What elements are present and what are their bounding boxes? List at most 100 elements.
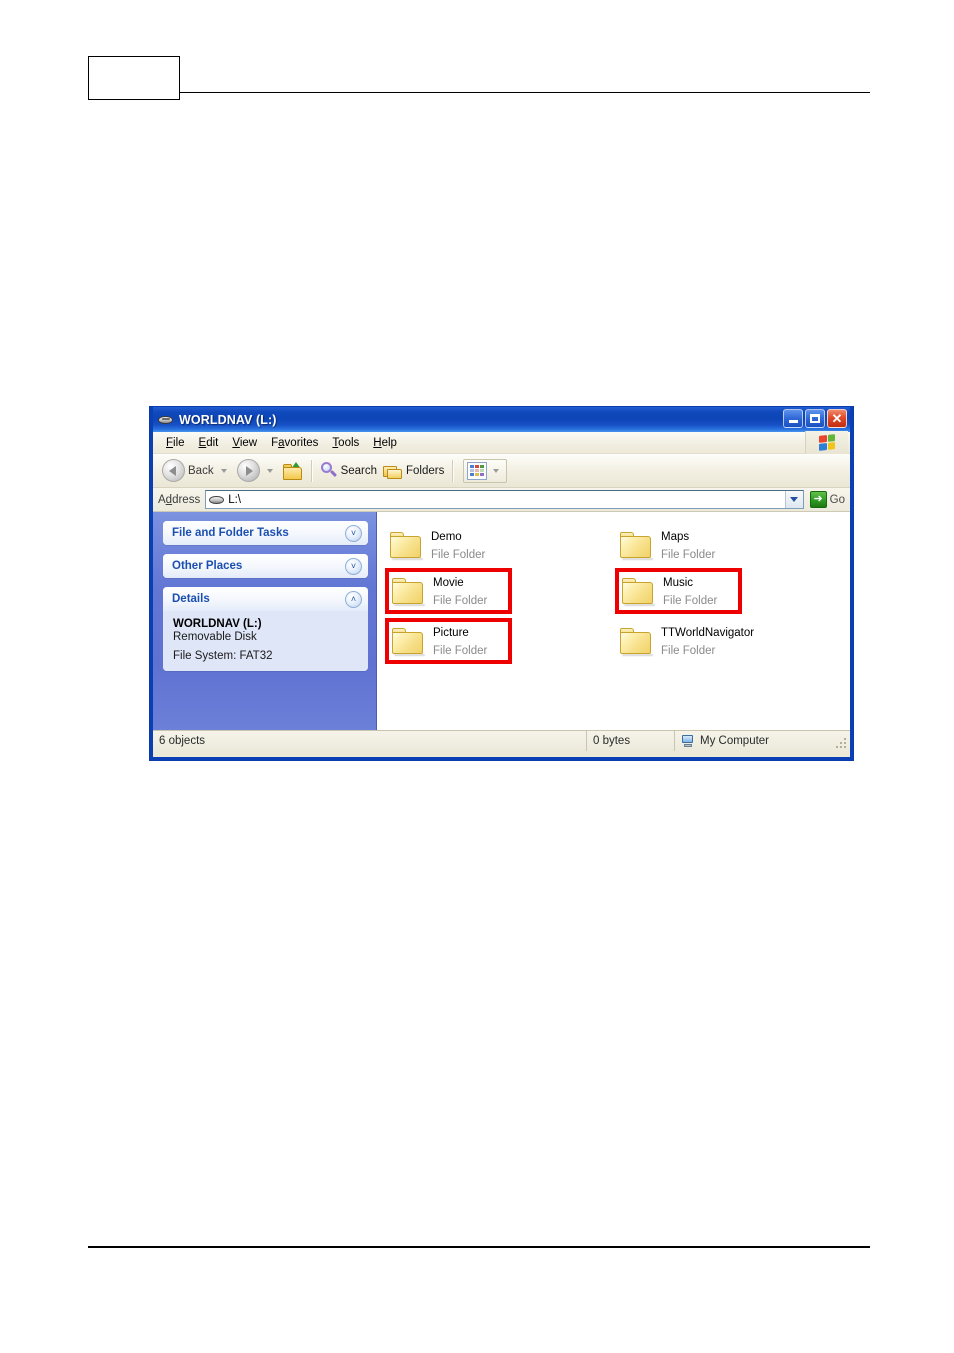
file-type: File Folder bbox=[663, 595, 718, 607]
chevron-up-icon[interactable]: ˄ bbox=[345, 590, 362, 608]
folders-button-label: Folders bbox=[406, 464, 445, 477]
window-title: WORLDNAV (L:) bbox=[179, 412, 277, 427]
resize-grip[interactable] bbox=[836, 738, 848, 750]
status-location-label: My Computer bbox=[700, 735, 770, 747]
list-item-music[interactable]: Music File Folder bbox=[615, 568, 742, 614]
panel-other-places[interactable]: Other Places ˅ bbox=[163, 554, 368, 578]
details-volume-name: WORLDNAV (L:) bbox=[173, 618, 262, 630]
forward-dropdown-icon[interactable] bbox=[266, 468, 273, 473]
panel-header[interactable]: Other Places ˅ bbox=[163, 554, 368, 578]
menu-item-tools[interactable]: Tools bbox=[325, 436, 366, 450]
chevron-down-icon[interactable]: ˅ bbox=[345, 524, 362, 542]
menu-item-view[interactable]: View bbox=[225, 436, 264, 450]
windows-flag-icon bbox=[805, 431, 848, 454]
search-icon bbox=[320, 462, 338, 479]
window-controls: ✕ bbox=[783, 409, 847, 428]
title-bar[interactable]: WORLDNAV (L:) ✕ bbox=[153, 407, 850, 432]
menu-item-file[interactable]: File bbox=[159, 436, 192, 450]
file-type: File Folder bbox=[661, 549, 716, 561]
go-button-label: Go bbox=[829, 493, 845, 506]
panel-file-and-folder-tasks[interactable]: File and Folder Tasks ˅ bbox=[163, 521, 368, 545]
task-pane-sidebar: File and Folder Tasks ˅ Other Places ˅ D… bbox=[153, 512, 377, 730]
file-type: File Folder bbox=[431, 549, 486, 561]
windows-explorer-window: WORLDNAV (L:) ✕ File Edit View Favorites… bbox=[150, 407, 853, 760]
file-list-column-right: Maps File Folder Music File Folder TTWor… bbox=[615, 522, 845, 664]
folder-icon bbox=[621, 576, 656, 606]
explorer-body: File and Folder Tasks ˅ Other Places ˅ D… bbox=[153, 512, 850, 730]
page-header-box bbox=[88, 56, 180, 100]
address-bar: Address L:\ ➜ Go bbox=[153, 488, 850, 512]
status-bar: 6 objects 0 bytes My Computer bbox=[153, 730, 850, 751]
file-list-column-left: Demo File Folder Movie File Folder Pictu… bbox=[385, 522, 605, 664]
views-dropdown-icon[interactable] bbox=[493, 468, 500, 473]
go-arrow-icon: ➜ bbox=[809, 491, 827, 508]
panel-details[interactable]: Details ˄ WORLDNAV (L:) Removable Disk F… bbox=[163, 587, 368, 671]
panel-title-details: Details bbox=[172, 593, 210, 605]
details-panel-body: WORLDNAV (L:) Removable Disk File System… bbox=[163, 611, 368, 671]
panel-title-file-and-folder-tasks: File and Folder Tasks bbox=[172, 527, 289, 539]
file-type: File Folder bbox=[433, 645, 488, 657]
menu-item-help[interactable]: Help bbox=[366, 436, 404, 450]
address-value: L:\ bbox=[228, 493, 241, 506]
go-button[interactable]: ➜ Go bbox=[809, 491, 845, 508]
page-footer-rule bbox=[88, 1246, 870, 1248]
details-volume-kind: Removable Disk bbox=[173, 631, 257, 643]
menu-item-edit[interactable]: Edit bbox=[192, 436, 226, 450]
search-button-label: Search bbox=[340, 464, 378, 477]
list-item-demo[interactable]: Demo File Folder bbox=[385, 522, 605, 568]
removable-drive-icon bbox=[157, 412, 175, 428]
panel-title-other-places: Other Places bbox=[172, 560, 243, 572]
back-button-label: Back bbox=[188, 464, 214, 477]
panel-header[interactable]: File and Folder Tasks ˅ bbox=[163, 521, 368, 545]
status-object-count: 6 objects bbox=[153, 731, 587, 751]
file-name: Music bbox=[663, 577, 694, 589]
folders-button[interactable]: Folders bbox=[380, 457, 447, 485]
menu-item-favorites[interactable]: Favorites bbox=[264, 436, 325, 450]
file-name: Movie bbox=[433, 577, 464, 589]
search-button[interactable]: Search bbox=[318, 457, 380, 485]
list-item-picture[interactable]: Picture File Folder bbox=[385, 618, 512, 664]
chevron-down-icon bbox=[790, 497, 799, 502]
back-arrow-icon bbox=[162, 459, 185, 482]
folder-icon bbox=[391, 626, 426, 656]
folder-icon bbox=[391, 576, 426, 606]
list-item-ttworldnavigator[interactable]: TTWorldNavigator File Folder bbox=[615, 618, 845, 664]
close-button[interactable]: ✕ bbox=[827, 409, 847, 428]
address-label: Address bbox=[158, 493, 201, 506]
toolbar-separator bbox=[310, 459, 313, 482]
panel-header[interactable]: Details ˄ bbox=[163, 587, 368, 611]
status-total-size: 0 bytes bbox=[587, 731, 675, 751]
chevron-down-icon[interactable]: ˅ bbox=[345, 557, 362, 575]
menu-bar: File Edit View Favorites Tools Help bbox=[153, 431, 850, 454]
address-input[interactable]: L:\ bbox=[205, 490, 804, 509]
file-name: Demo bbox=[431, 531, 462, 543]
up-one-level-button[interactable] bbox=[280, 457, 306, 485]
back-button[interactable]: Back bbox=[159, 457, 234, 485]
views-grid-icon bbox=[467, 461, 488, 480]
list-item-movie[interactable]: Movie File Folder bbox=[385, 568, 512, 614]
address-drive-icon bbox=[209, 495, 225, 504]
views-button[interactable] bbox=[463, 458, 508, 483]
forward-button[interactable] bbox=[234, 457, 280, 485]
toolbar-separator-2 bbox=[452, 459, 455, 482]
back-dropdown-icon[interactable] bbox=[220, 468, 227, 473]
file-list-view[interactable]: Demo File Folder Movie File Folder Pictu… bbox=[377, 512, 850, 730]
folder-icon bbox=[619, 530, 654, 560]
toolbar: Back Search Folders bbox=[153, 454, 850, 488]
list-item-maps[interactable]: Maps File Folder bbox=[615, 522, 845, 568]
status-location: My Computer bbox=[675, 731, 850, 751]
folders-icon bbox=[383, 463, 403, 479]
file-name: Maps bbox=[661, 531, 690, 543]
close-icon: ✕ bbox=[831, 411, 843, 426]
folder-icon bbox=[619, 626, 654, 656]
address-dropdown-button[interactable] bbox=[784, 491, 803, 508]
details-filesystem: File System: FAT32 bbox=[173, 650, 273, 662]
maximize-button[interactable] bbox=[805, 409, 825, 428]
up-folder-icon bbox=[282, 461, 303, 480]
my-computer-icon bbox=[681, 734, 695, 748]
page-header-rule bbox=[180, 92, 870, 93]
file-name: TTWorldNavigator bbox=[661, 627, 755, 639]
file-type: File Folder bbox=[433, 595, 488, 607]
minimize-button[interactable] bbox=[783, 409, 803, 428]
file-name: Picture bbox=[433, 627, 469, 639]
